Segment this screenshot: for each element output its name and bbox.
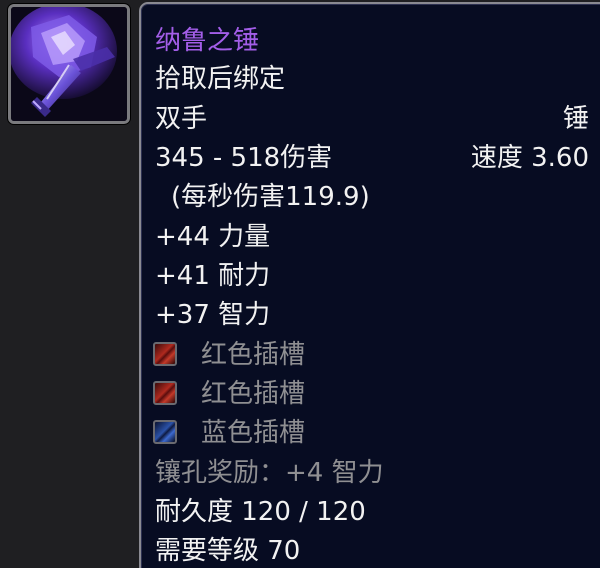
socket-label: 红色插槽	[201, 379, 306, 409]
slot-row: 双手 锤	[155, 101, 589, 137]
slot-text: 双手	[155, 104, 208, 134]
purple-crystal-mace-icon[interactable]	[8, 4, 130, 124]
stat-strength: +44 力量	[155, 222, 271, 252]
required-level-text: 需要等级 70	[155, 536, 301, 566]
speed-text: 速度 3.60	[470, 143, 589, 173]
weapon-type-text: 锤	[562, 104, 589, 134]
damage-row: 345 - 518伤害 速度 3.60	[155, 140, 589, 176]
item-tooltip-screen: 纳鲁之锤 拾取后绑定 双手 锤 345 - 518伤害 速度 3.60 (每秒伤…	[0, 0, 600, 568]
stat-stamina: +41 耐力	[155, 261, 271, 291]
socket-row: 红色插槽	[153, 337, 589, 373]
item-tooltip: 纳鲁之锤 拾取后绑定 双手 锤 345 - 518伤害 速度 3.60 (每秒伤…	[139, 2, 600, 568]
red-socket-icon	[153, 380, 177, 405]
red-socket-icon	[153, 341, 177, 366]
damage-text: 345 - 518伤害	[155, 143, 333, 173]
item-name: 纳鲁之锤	[155, 26, 260, 56]
blue-socket-icon	[153, 419, 177, 444]
socket-label: 红色插槽	[201, 340, 306, 370]
socket-row: 蓝色插槽	[153, 415, 589, 451]
binding-text: 拾取后绑定	[155, 64, 286, 94]
socket-bonus-text: 镶孔奖励：+4 智力	[155, 458, 384, 488]
durability-text: 耐久度 120 / 120	[155, 497, 366, 527]
stat-intellect: +37 智力	[155, 300, 271, 330]
socket-row: 红色插槽	[153, 376, 589, 412]
dps-text: (每秒伤害119.9)	[171, 182, 370, 212]
socket-label: 蓝色插槽	[201, 418, 306, 448]
